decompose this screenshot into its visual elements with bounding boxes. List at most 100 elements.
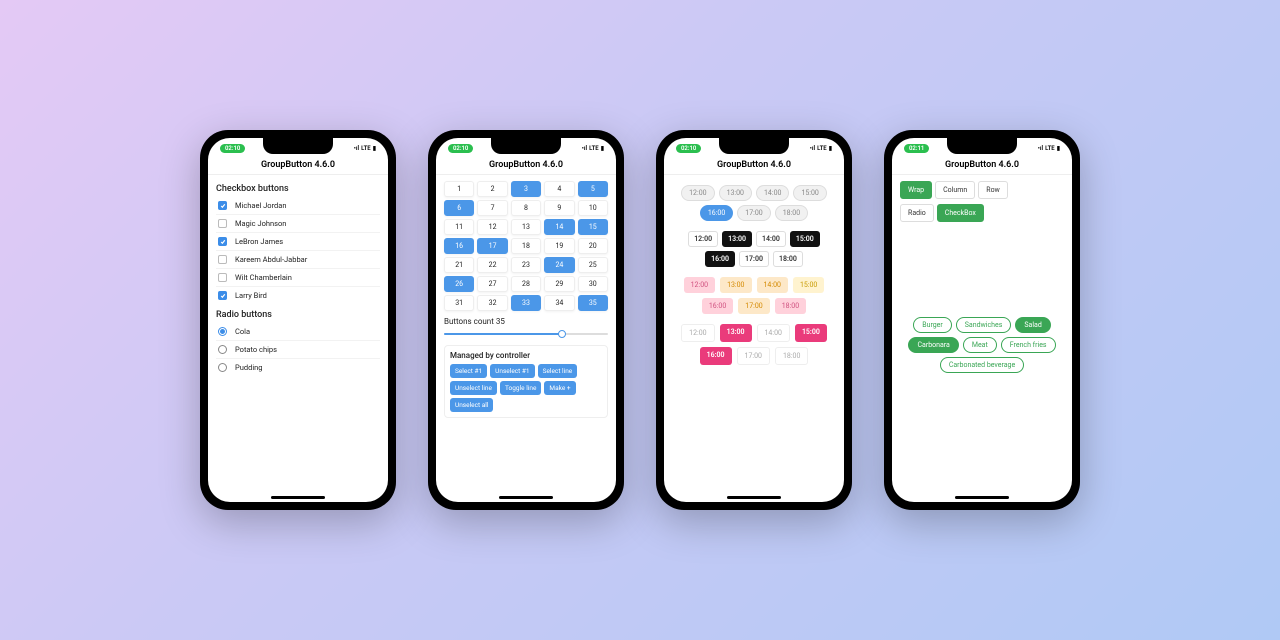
number-button[interactable]: 15	[578, 219, 608, 235]
number-button[interactable]: 13	[511, 219, 541, 235]
number-button[interactable]: 35	[578, 295, 608, 311]
time-tag[interactable]: 15:00	[793, 277, 824, 293]
radio-icon[interactable]	[218, 345, 227, 354]
segment-button[interactable]: Wrap	[900, 181, 932, 199]
controller-button[interactable]: Make +	[544, 381, 575, 395]
home-indicator[interactable]	[271, 496, 325, 499]
time-tag[interactable]: 13:00	[720, 324, 752, 342]
number-button[interactable]: 4	[544, 181, 574, 197]
number-button[interactable]: 33	[511, 295, 541, 311]
food-pill[interactable]: French fries	[1001, 337, 1056, 353]
time-chip[interactable]: 18:00	[775, 205, 808, 221]
buttons-count-slider[interactable]	[444, 329, 608, 339]
number-button[interactable]: 2	[477, 181, 507, 197]
controller-button[interactable]: Unselect line	[450, 381, 497, 395]
number-button[interactable]: 18	[511, 238, 541, 254]
controller-button[interactable]: Select #1	[450, 364, 487, 378]
controller-button[interactable]: Select line	[538, 364, 578, 378]
number-button[interactable]: 26	[444, 276, 474, 292]
number-button[interactable]: 34	[544, 295, 574, 311]
number-button[interactable]: 5	[578, 181, 608, 197]
food-pill[interactable]: Carbonated beverage	[940, 357, 1024, 373]
controller-button[interactable]: Unselect #1	[490, 364, 534, 378]
number-button[interactable]: 25	[578, 257, 608, 273]
number-button[interactable]: 29	[544, 276, 574, 292]
time-tag[interactable]: 12:00	[681, 324, 714, 342]
time-tag[interactable]: 17:00	[738, 298, 769, 314]
time-button[interactable]: 12:00	[688, 231, 718, 247]
time-chip[interactable]: 13:00	[719, 185, 752, 201]
segment-button[interactable]: CheckBox	[937, 204, 984, 222]
number-button[interactable]: 32	[477, 295, 507, 311]
segment-button[interactable]: Row	[978, 181, 1008, 199]
home-indicator[interactable]	[955, 496, 1009, 499]
time-tag[interactable]: 17:00	[737, 347, 770, 365]
number-button[interactable]: 1	[444, 181, 474, 197]
food-pill[interactable]: Burger	[913, 317, 952, 333]
number-button[interactable]: 17	[477, 238, 507, 254]
food-pill[interactable]: Sandwiches	[956, 317, 1012, 333]
controller-button[interactable]: Toggle line	[500, 381, 541, 395]
time-button[interactable]: 13:00	[722, 231, 752, 247]
number-button[interactable]: 31	[444, 295, 474, 311]
number-button[interactable]: 14	[544, 219, 574, 235]
time-button[interactable]: 16:00	[705, 251, 735, 267]
number-button[interactable]: 7	[477, 200, 507, 216]
time-chip[interactable]: 15:00	[793, 185, 826, 201]
number-button[interactable]: 3	[511, 181, 541, 197]
home-indicator[interactable]	[727, 496, 781, 499]
food-pill[interactable]: Meat	[963, 337, 997, 353]
radio-row[interactable]: Cola	[216, 323, 380, 341]
checkbox-row[interactable]: Michael Jordan	[216, 197, 380, 215]
time-tag[interactable]: 16:00	[702, 298, 733, 314]
checkbox-row[interactable]: Magic Johnson	[216, 215, 380, 233]
checkbox-icon[interactable]	[218, 219, 227, 228]
number-button[interactable]: 8	[511, 200, 541, 216]
time-button[interactable]: 15:00	[790, 231, 820, 247]
number-button[interactable]: 16	[444, 238, 474, 254]
time-tag[interactable]: 18:00	[775, 298, 806, 314]
time-tag[interactable]: 18:00	[775, 347, 808, 365]
time-tag[interactable]: 15:00	[795, 324, 827, 342]
checkbox-row[interactable]: Wilt Chamberlain	[216, 269, 380, 287]
time-chip[interactable]: 17:00	[737, 205, 770, 221]
radio-row[interactable]: Pudding	[216, 359, 380, 376]
radio-row[interactable]: Potato chips	[216, 341, 380, 359]
number-button[interactable]: 22	[477, 257, 507, 273]
number-button[interactable]: 30	[578, 276, 608, 292]
number-button[interactable]: 11	[444, 219, 474, 235]
segment-button[interactable]: Column	[935, 181, 975, 199]
number-button[interactable]: 28	[511, 276, 541, 292]
checkbox-row[interactable]: Kareem Abdul-Jabbar	[216, 251, 380, 269]
checkbox-icon[interactable]	[218, 291, 227, 300]
checkbox-icon[interactable]	[218, 237, 227, 246]
time-chip[interactable]: 14:00	[756, 185, 789, 201]
time-tag[interactable]: 14:00	[757, 277, 788, 293]
time-tag[interactable]: 12:00	[684, 277, 715, 293]
number-button[interactable]: 27	[477, 276, 507, 292]
segment-button[interactable]: Radio	[900, 204, 934, 222]
number-button[interactable]: 21	[444, 257, 474, 273]
controller-button[interactable]: Unselect all	[450, 398, 493, 412]
radio-icon[interactable]	[218, 363, 227, 372]
number-button[interactable]: 23	[511, 257, 541, 273]
number-button[interactable]: 6	[444, 200, 474, 216]
number-button[interactable]: 24	[544, 257, 574, 273]
number-button[interactable]: 10	[578, 200, 608, 216]
checkbox-icon[interactable]	[218, 255, 227, 264]
number-button[interactable]: 19	[544, 238, 574, 254]
time-tag[interactable]: 14:00	[757, 324, 790, 342]
number-button[interactable]: 9	[544, 200, 574, 216]
checkbox-icon[interactable]	[218, 201, 227, 210]
time-tag[interactable]: 16:00	[700, 347, 732, 365]
radio-icon[interactable]	[218, 327, 227, 336]
checkbox-icon[interactable]	[218, 273, 227, 282]
food-pill[interactable]: Carbonara	[908, 337, 958, 353]
number-button[interactable]: 20	[578, 238, 608, 254]
time-button[interactable]: 17:00	[739, 251, 769, 267]
checkbox-row[interactable]: LeBron James	[216, 233, 380, 251]
number-button[interactable]: 12	[477, 219, 507, 235]
time-chip[interactable]: 16:00	[700, 205, 733, 221]
time-tag[interactable]: 13:00	[720, 277, 751, 293]
food-pill[interactable]: Salad	[1015, 317, 1050, 333]
